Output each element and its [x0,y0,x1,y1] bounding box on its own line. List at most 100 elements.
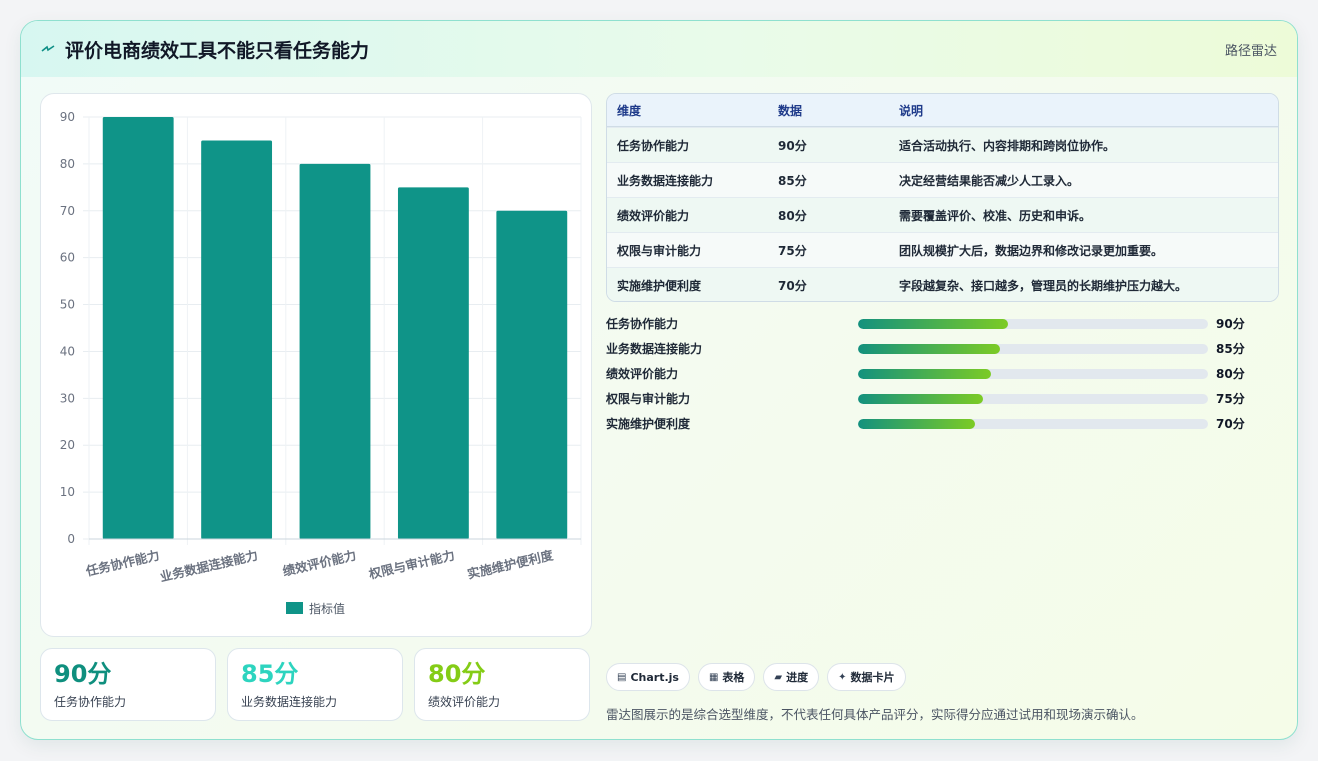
table-cell: 90分 [778,138,807,153]
y-tick-label: 30 [60,391,75,405]
progress-value: 85分 [1216,342,1245,356]
progress-fill [858,343,1000,354]
progress-icon: ▰ [774,671,783,683]
y-tick-label: 90 [60,110,75,124]
table-icon: ▦ [708,671,719,683]
table-header-cell: 数据 [778,103,803,118]
chip-label: 数据卡片 [850,671,895,684]
table-row: 绩效评价能力 80分 需要覆盖评价、校准、历史和申诉。 [607,197,1278,232]
progress-label: 权限与审计能力 [606,392,691,406]
table-row: 任务协作能力 90分 适合活动执行、内容排期和跨岗位协作。 [607,127,1278,162]
chip-bar: ▤ Chart.js ▦ 表格 ▰ 进度 ✦ 数据卡片 [606,663,906,691]
stat-card: 85分 业务数据连接能力 [227,648,403,721]
progress-track [858,368,1208,379]
x-tick-label: 业务数据连接能力 [158,547,259,584]
chip-table[interactable]: ▦ 表格 [697,663,756,691]
chip-label: 表格 [722,671,745,684]
progress-track [858,318,1208,329]
y-tick-label: 80 [60,157,75,171]
data-table: 维度 数据 说明 任务协作能力 90分 适合活动执行、内容排期和跨岗位协作。 业… [606,93,1279,302]
card-icon: ✦ [838,671,847,683]
progress-row: 权限与审计能力 75分 [606,386,1266,411]
x-tick-label: 绩效评价能力 [281,547,357,578]
stat-value: 85分 [241,660,299,688]
chip-label: Chart.js [630,670,679,684]
progress-value: 70分 [1216,417,1245,431]
y-tick-label: 10 [60,485,75,499]
progress-fill [858,418,975,429]
progress-value: 75分 [1216,392,1245,406]
bar [299,163,371,539]
header: 评价电商绩效工具不能只看任务能力 路径雷达 [21,21,1297,77]
progress-row: 实施维护便利度 70分 [606,411,1266,436]
table-cell: 业务数据连接能力 [617,173,714,188]
chip-data-card[interactable]: ✦ 数据卡片 [827,663,906,691]
table-cell: 任务协作能力 [617,138,690,153]
progress-track [858,343,1208,354]
y-tick-label: 60 [60,251,75,265]
chip-chartjs[interactable]: ▤ Chart.js [606,663,690,691]
table-cell: 适合活动执行、内容排期和跨岗位协作。 [899,138,1116,153]
progress-fill [858,368,992,379]
progress-label: 任务协作能力 [606,317,679,331]
stat-label: 绩效评价能力 [428,695,501,709]
y-tick-label: 70 [60,204,75,218]
progress-row: 业务数据连接能力 85分 [606,336,1266,361]
bar [102,117,174,539]
progress-value: 90分 [1216,317,1245,331]
stat-value: 90分 [54,660,112,688]
progress-list: 任务协作能力 90分 业务数据连接能力 85分 绩效评价能力 80分 权限与审计… [606,311,1266,436]
bar [397,187,469,539]
header-tag[interactable]: 路径雷达 [1225,40,1277,59]
legend-label: 指标值 [309,601,345,616]
y-tick-label: 0 [67,532,75,546]
progress-track [858,418,1208,429]
legend-swatch [286,602,303,614]
progress-fill [858,393,983,404]
table-cell: 决定经营结果能否减少人工录入。 [899,173,1080,188]
bar [496,210,568,539]
table-row: 权限与审计能力 75分 团队规模扩大后，数据边界和修改记录更加重要。 [607,232,1278,267]
table-cell: 70分 [778,278,807,293]
x-tick-label: 权限与审计能力 [366,547,456,582]
chip-progress[interactable]: ▰ 进度 [763,663,820,691]
y-tick-label: 20 [60,438,75,452]
table-cell: 权限与审计能力 [617,243,702,258]
chip-label: 进度 [786,671,809,684]
table-cell: 绩效评价能力 [617,208,690,223]
stat-label: 业务数据连接能力 [241,695,338,709]
progress-row: 绩效评价能力 80分 [606,361,1266,386]
bar [201,140,273,539]
footnote: 雷达图展示的是综合选型维度，不代表任何具体产品评分，实际得分应通过试用和现场演示… [606,707,1144,722]
progress-label: 业务数据连接能力 [606,342,703,356]
lightning-icon [41,40,59,58]
stat-card: 80分 绩效评价能力 [414,648,590,721]
stat-card: 90分 任务协作能力 [40,648,216,721]
table-cell: 字段越复杂、接口越多，管理员的长期维护压力越大。 [899,278,1188,293]
progress-row: 任务协作能力 90分 [606,311,1266,336]
x-tick-label: 任务协作能力 [83,547,160,579]
main-card: 评价电商绩效工具不能只看任务能力 路径雷达 0 10 20 30 40 50 60 70 80 9… [20,20,1298,740]
table-cell: 75分 [778,243,807,258]
table-cell: 需要覆盖评价、校准、历史和申诉。 [899,208,1092,223]
table-cell: 85分 [778,173,807,188]
stat-label: 任务协作能力 [54,695,127,709]
table-row: 实施维护便利度 70分 字段越复杂、接口越多，管理员的长期维护压力越大。 [607,267,1278,301]
table-cell: 80分 [778,208,807,223]
progress-track [858,393,1208,404]
page-title: 评价电商绩效工具不能只看任务能力 [65,39,370,62]
table-cell: 团队规模扩大后，数据边界和修改记录更加重要。 [899,243,1164,258]
stat-value: 80分 [428,660,486,688]
y-tick-label: 40 [60,344,75,358]
table-row: 业务数据连接能力 85分 决定经营结果能否减少人工录入。 [607,162,1278,197]
progress-value: 80分 [1216,367,1245,381]
progress-label: 绩效评价能力 [606,367,679,381]
table-header-cell: 维度 [617,103,642,118]
x-tick-label: 实施维护便利度 [466,547,555,581]
bar-chart: 0 10 20 30 40 50 60 70 80 90 任务协作能力业务数据连接能力 绩效评价能力权… [60,110,582,616]
chart-icon: ▤ [617,671,627,683]
progress-label: 实施维护便利度 [606,417,691,431]
table-header-cell: 说明 [899,103,924,118]
progress-fill [858,318,1008,329]
table-header: 维度 数据 说明 [607,94,1278,127]
